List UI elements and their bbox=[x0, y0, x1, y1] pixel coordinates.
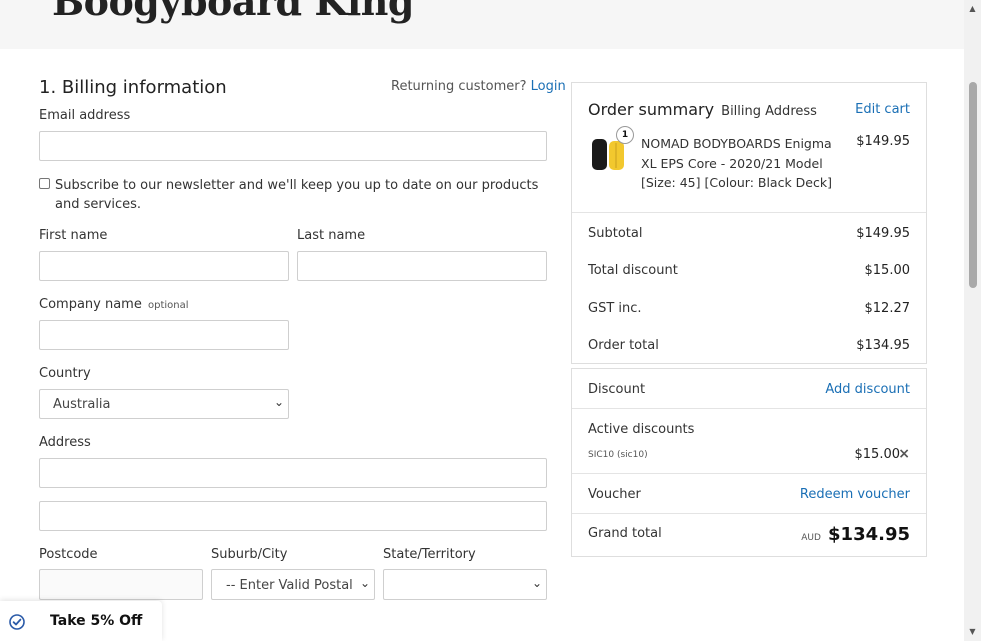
product-thumbnail[interactable]: 1 bbox=[588, 126, 634, 173]
currency-code: AUD bbox=[801, 533, 821, 543]
grand-total-label: Grand total bbox=[588, 526, 662, 541]
page-scrollbar[interactable]: ▲ ▼ bbox=[964, 0, 981, 641]
postcode-field[interactable] bbox=[39, 569, 203, 600]
suburb-placeholder: -- Enter Valid Postal C bbox=[226, 578, 352, 593]
email-label: Email address bbox=[39, 108, 131, 123]
order-total-label: Order total bbox=[588, 338, 659, 353]
newsletter-label: Subscribe to our newsletter and we'll ke… bbox=[55, 178, 539, 212]
site-logo[interactable]: Boogyboard King bbox=[52, 0, 414, 24]
company-label: Company name optional bbox=[39, 297, 189, 312]
order-summary-title: Order summary bbox=[588, 100, 715, 119]
scroll-down-arrow-icon[interactable]: ▼ bbox=[964, 625, 981, 639]
subtotal-value: $149.95 bbox=[856, 226, 910, 241]
order-summary-heading: Order summary Billing Address bbox=[588, 100, 817, 119]
divider bbox=[572, 473, 926, 474]
close-icon[interactable]: × bbox=[898, 446, 910, 462]
grand-total: AUD $134.95 bbox=[801, 524, 910, 545]
site-header: Boogyboard King bbox=[0, 0, 964, 49]
gst-label: GST inc. bbox=[588, 301, 642, 316]
total-discount-value: $15.00 bbox=[864, 263, 911, 278]
login-link[interactable]: Login bbox=[531, 79, 566, 94]
order-summary-subtitle: Billing Address bbox=[721, 104, 817, 119]
promo-tab[interactable]: Take 5% Off bbox=[0, 601, 162, 641]
suburb-label: Suburb/City bbox=[211, 547, 288, 562]
chevron-down-icon: ⌄ bbox=[273, 395, 284, 409]
promo-text: Take 5% Off bbox=[50, 613, 143, 629]
company-label-text: Company name bbox=[39, 297, 142, 312]
discount-label: Discount bbox=[588, 382, 646, 397]
country-selected-value: Australia bbox=[53, 397, 111, 412]
order-total-value: $134.95 bbox=[856, 338, 910, 353]
state-label: State/Territory bbox=[383, 547, 476, 562]
last-name-field[interactable] bbox=[297, 251, 547, 281]
product-name[interactable]: NOMAD BODYBOARDS Enigma XL EPS Core - 20… bbox=[641, 134, 847, 193]
state-select[interactable]: ⌄ bbox=[383, 569, 547, 600]
gst-value: $12.27 bbox=[864, 301, 911, 316]
total-discount-label: Total discount bbox=[588, 263, 678, 278]
chevron-down-icon: ⌄ bbox=[531, 576, 542, 590]
subtotal-label: Subtotal bbox=[588, 226, 643, 241]
newsletter-checkbox[interactable] bbox=[39, 178, 50, 189]
scroll-up-arrow-icon[interactable]: ▲ bbox=[964, 2, 981, 16]
divider bbox=[572, 513, 926, 514]
address-label: Address bbox=[39, 435, 91, 450]
country-label: Country bbox=[39, 366, 91, 381]
divider bbox=[572, 212, 926, 213]
last-name-label: Last name bbox=[297, 228, 366, 243]
address-line1-field[interactable] bbox=[39, 458, 547, 488]
first-name-label: First name bbox=[39, 228, 108, 243]
billing-title: 1. Billing information bbox=[39, 77, 227, 98]
returning-customer-text: Returning customer? bbox=[391, 79, 527, 94]
address-line2-field[interactable] bbox=[39, 501, 547, 531]
company-field[interactable] bbox=[39, 320, 289, 350]
edit-cart-link[interactable]: Edit cart bbox=[855, 102, 910, 117]
redeem-voucher-link[interactable]: Redeem voucher bbox=[800, 487, 910, 502]
product-price: $149.95 bbox=[856, 134, 910, 149]
active-discounts-label: Active discounts bbox=[588, 422, 695, 437]
suburb-select[interactable]: -- Enter Valid Postal C ⌄ bbox=[211, 569, 375, 600]
discount-card: Discount Add discount Active discounts S… bbox=[571, 368, 927, 557]
email-field[interactable] bbox=[39, 131, 547, 161]
returning-customer: Returning customer? Login bbox=[391, 79, 566, 94]
optional-tag: optional bbox=[148, 300, 189, 311]
voucher-label: Voucher bbox=[588, 487, 641, 502]
quantity-badge: 1 bbox=[616, 126, 634, 144]
first-name-field[interactable] bbox=[39, 251, 289, 281]
check-badge-icon bbox=[9, 614, 25, 630]
divider bbox=[572, 408, 926, 409]
grand-total-value: $134.95 bbox=[828, 524, 910, 545]
scrollbar-thumb[interactable] bbox=[969, 82, 977, 288]
discount-amount: $15.00 bbox=[854, 447, 901, 462]
chevron-down-icon: ⌄ bbox=[359, 576, 370, 590]
discount-code: SIC10 (sic10) bbox=[588, 450, 648, 460]
postcode-label: Postcode bbox=[39, 547, 98, 562]
order-summary-card: Order summary Billing Address Edit cart … bbox=[571, 82, 927, 364]
add-discount-link[interactable]: Add discount bbox=[825, 382, 910, 397]
country-select[interactable]: Australia ⌄ bbox=[39, 389, 289, 419]
